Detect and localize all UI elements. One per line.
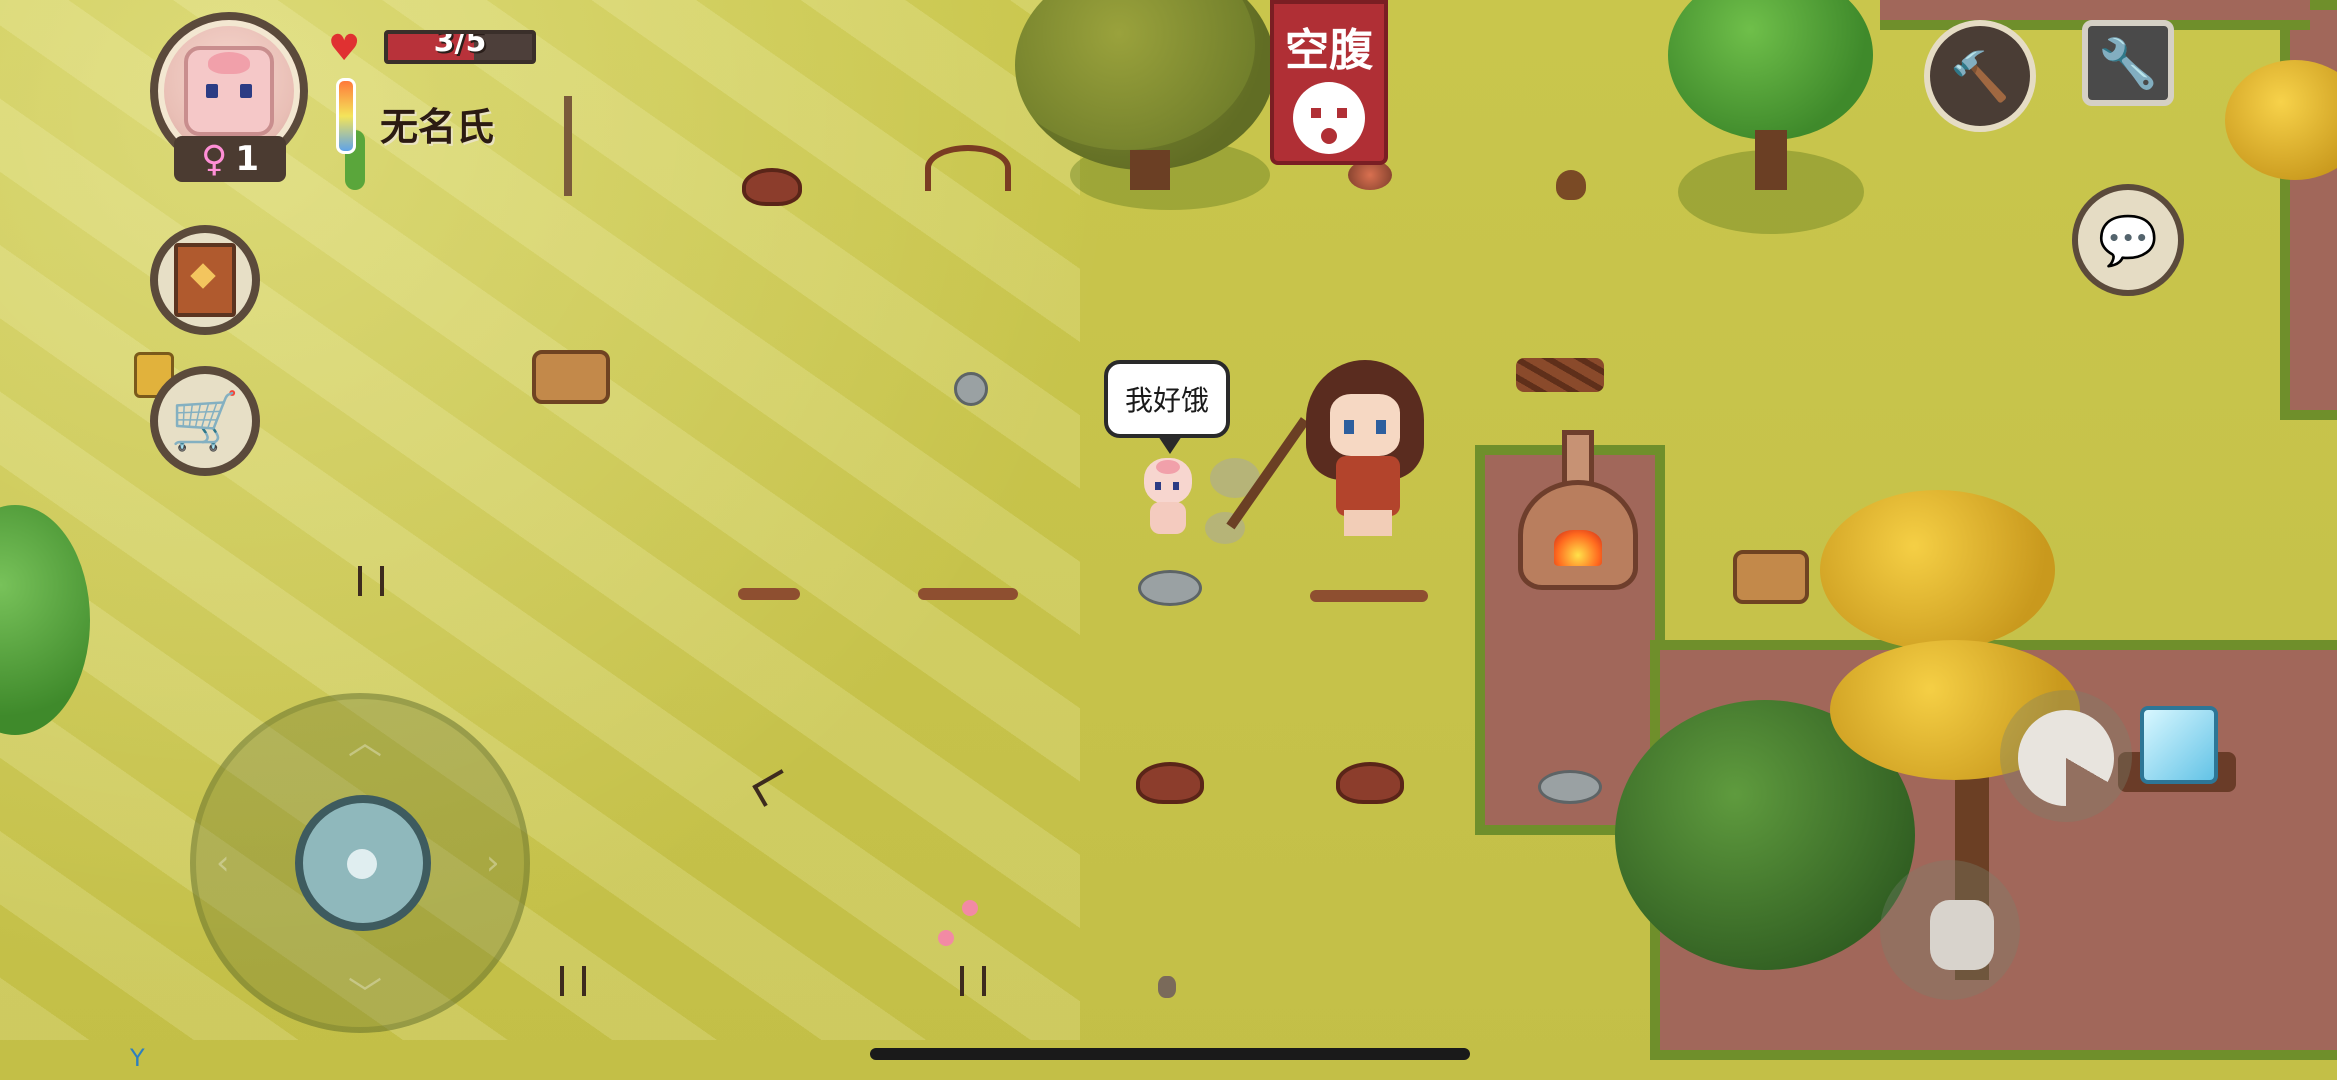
sunlight-rays: [0, 0, 1080, 1040]
flat-stone[interactable]: [1138, 570, 1202, 606]
settings-button[interactable]: 🔧: [2082, 20, 2174, 106]
baby-head: [1144, 458, 1192, 504]
flat-stone[interactable]: [1538, 770, 1602, 804]
hunger-status-banner[interactable]: 空腹: [1270, 0, 1388, 165]
recipe-book-button[interactable]: [150, 225, 260, 335]
hammer-icon: 🔨: [1950, 48, 2010, 105]
player-name: 无名氏: [380, 105, 495, 149]
female-icon: ♀: [200, 138, 228, 180]
small-stone[interactable]: [1158, 976, 1176, 998]
eat-icon: [2018, 710, 2114, 806]
heart-icon: ♥: [328, 28, 361, 69]
basket[interactable]: [532, 350, 610, 404]
clay-bowl[interactable]: [1136, 762, 1204, 804]
right-arrow-icon: ›: [486, 843, 500, 883]
tree[interactable]: [0, 505, 90, 735]
stick[interactable]: [918, 588, 1018, 600]
gender-badge: ♀ 1: [174, 136, 286, 182]
fire-icon: [1554, 530, 1602, 566]
down-arrow-icon: ﹀: [348, 975, 382, 1015]
golden-tree[interactable]: [2225, 60, 2337, 180]
shovel[interactable]: [564, 96, 572, 196]
twig[interactable]: [752, 769, 794, 807]
signal-icon: Y: [130, 1044, 145, 1072]
build-button[interactable]: 🔨: [1924, 20, 2036, 132]
cart-icon: 🛒: [170, 389, 240, 454]
child-count: 1: [235, 139, 260, 179]
health-text: 3/5: [433, 30, 487, 59]
sapling[interactable]: [358, 566, 384, 596]
up-arrow-icon: ︿: [348, 723, 382, 763]
pine-cone[interactable]: [1556, 170, 1586, 200]
home-indicator[interactable]: [870, 1048, 1470, 1060]
game-world[interactable]: 我好饿 空腹 ♀ 1 ♥ 3/5 无名氏 🛒 🔨 🔧 💬 ︿ ﹀ ‹ › Y: [0, 0, 2337, 1080]
sapling[interactable]: [560, 966, 586, 996]
joystick-center-dot: [347, 849, 377, 879]
clay-bowl[interactable]: [1336, 762, 1404, 804]
golden-tree[interactable]: [1820, 490, 2055, 650]
crystal[interactable]: [2140, 706, 2218, 784]
chat-icon: 💬: [2098, 212, 2158, 269]
baby-body: [1150, 502, 1186, 534]
character-legs: [1344, 510, 1392, 536]
basket[interactable]: [1733, 550, 1809, 604]
chat-button[interactable]: 💬: [2072, 184, 2184, 296]
thermometer-icon: [336, 78, 356, 154]
speech-text: 我好饿: [1124, 384, 1209, 417]
kiln[interactable]: [1518, 430, 1638, 590]
character-face: [1330, 394, 1400, 456]
tree[interactable]: [1015, 0, 1275, 170]
baby-character[interactable]: [1138, 458, 1198, 538]
portrait-face: [184, 46, 274, 136]
book-icon: [174, 243, 236, 317]
speech-bubble: 我好饿: [1104, 360, 1230, 454]
flower[interactable]: [938, 930, 954, 946]
left-arrow-icon: ‹: [216, 843, 230, 883]
status-label: 空腹: [1285, 25, 1373, 76]
stick[interactable]: [738, 588, 800, 600]
tree[interactable]: [1668, 0, 1873, 140]
tree-trunk: [1130, 150, 1170, 190]
stick[interactable]: [1310, 590, 1428, 602]
hungry-face-icon: [1293, 82, 1365, 154]
character-body: [1336, 456, 1400, 516]
tree-trunk: [1755, 130, 1787, 190]
round-stone[interactable]: [954, 372, 988, 406]
health-bar: 3/5: [384, 30, 536, 64]
player-character[interactable]: [1226, 360, 1430, 540]
shop-button[interactable]: 🛒: [150, 366, 260, 476]
bow[interactable]: [925, 145, 1011, 191]
wrench-icon: 🔧: [2098, 35, 2158, 92]
sapling[interactable]: [960, 966, 986, 996]
clay-bowl[interactable]: [742, 168, 802, 206]
grab-icon: [1930, 900, 1994, 970]
flower[interactable]: [962, 900, 978, 916]
firewood-pile[interactable]: [1516, 358, 1604, 392]
